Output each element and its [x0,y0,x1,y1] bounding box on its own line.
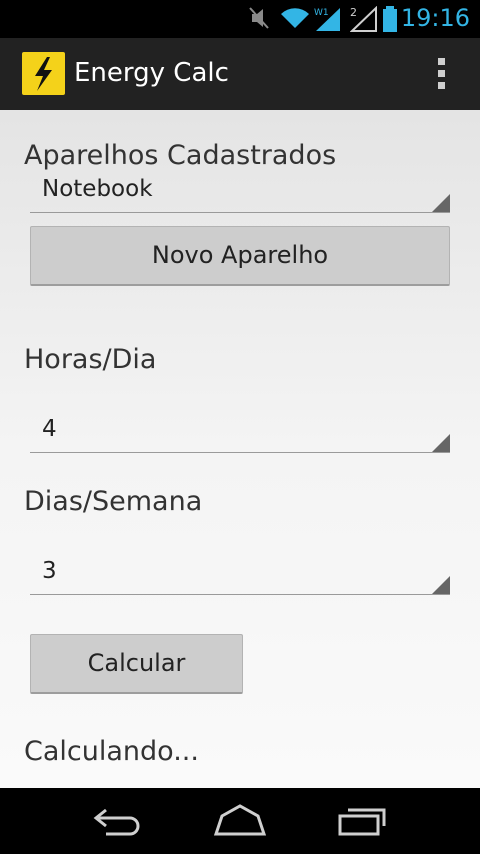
svg-text:W1: W1 [314,8,329,18]
main-content: Aparelhos Cadastrados Notebook Novo Apar… [0,110,480,788]
new-appliance-button[interactable]: Novo Aparelho [30,226,450,286]
overflow-menu-icon[interactable] [438,58,446,92]
action-bar: Energy Calc [0,38,480,112]
app-title: Energy Calc [74,58,229,88]
signal-2-icon: 2 [350,6,377,32]
home-icon[interactable] [212,804,268,838]
battery-icon [383,6,397,32]
mute-icon [249,7,269,29]
svg-text:2: 2 [350,6,357,19]
hours-spinner[interactable]: 4 [30,412,450,453]
signal-icon: W1 [314,8,340,31]
hours-spinner-value: 4 [42,416,57,442]
appliances-label: Aparelhos Cadastrados [24,140,337,171]
appliance-spinner-value: Notebook [42,176,153,202]
hours-label: Horas/Dia [24,344,157,375]
app-icon[interactable] [22,52,65,95]
status-text: Calculando... [24,736,199,767]
lightning-icon [35,57,52,91]
status-bar: W1 2 19:16 [0,0,480,38]
back-icon[interactable] [92,804,148,838]
spinner-arrow-icon [432,576,450,594]
spinner-arrow-icon [432,434,450,452]
days-spinner-value: 3 [42,558,57,584]
navigation-bar [0,788,480,854]
wifi-icon [281,8,309,28]
calculate-button[interactable]: Calcular [30,634,243,694]
days-spinner[interactable]: 3 [30,554,450,595]
days-label: Dias/Semana [24,486,203,517]
recent-apps-icon[interactable] [336,804,388,838]
status-time: 19:16 [400,4,470,32]
spinner-arrow-icon [432,194,450,212]
appliance-spinner[interactable]: Notebook [30,172,450,213]
